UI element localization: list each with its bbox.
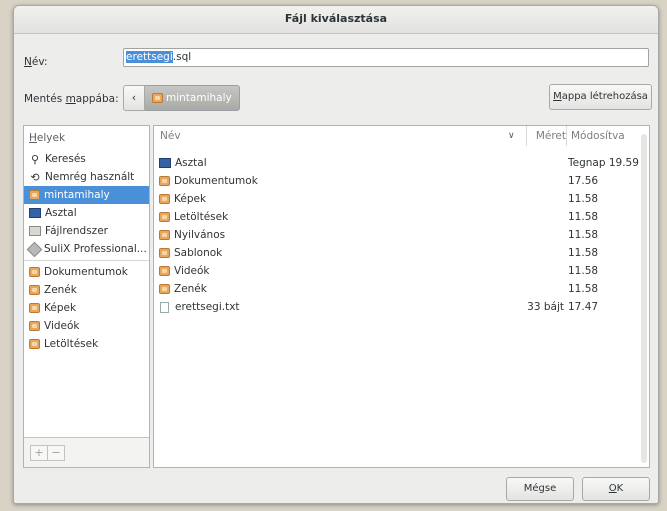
file-row[interactable]: Zenék 11.58 bbox=[154, 280, 649, 298]
file-list: Név ∨ Méret Módosítva Asztal Tegnap 19.5… bbox=[153, 125, 650, 468]
videos-folder-icon bbox=[159, 266, 170, 276]
disc-icon bbox=[26, 241, 43, 257]
save-in-label: Mentés mappába: bbox=[24, 93, 119, 105]
file-row[interactable]: erettsegi.txt 33 bájt 17.47 bbox=[154, 298, 649, 316]
add-bookmark-button[interactable]: + bbox=[30, 445, 48, 461]
place-filesystem[interactable]: Fájlrendszer bbox=[24, 222, 149, 240]
remove-bookmark-button[interactable]: − bbox=[47, 445, 65, 461]
create-folder-button[interactable]: Mappa létrehozása bbox=[549, 84, 652, 110]
recent-icon: ⟲ bbox=[30, 170, 40, 184]
filesystem-icon bbox=[29, 226, 41, 236]
desktop-icon bbox=[29, 208, 41, 218]
place-desktop[interactable]: Asztal bbox=[24, 204, 149, 222]
bookmark-zenek[interactable]: Zenék bbox=[24, 281, 149, 299]
file-row[interactable]: Asztal Tegnap 19.59 bbox=[154, 154, 649, 172]
column-header-modified[interactable]: Módosítva bbox=[566, 126, 625, 146]
file-list-scrollbar[interactable] bbox=[641, 134, 647, 463]
place-home[interactable]: mintamihaly bbox=[24, 186, 149, 204]
name-label: Név: bbox=[24, 56, 48, 68]
cancel-button[interactable]: Mégse bbox=[506, 477, 574, 501]
pictures-folder-icon bbox=[29, 303, 40, 313]
places-footer: + − bbox=[24, 437, 149, 467]
places-separator bbox=[24, 260, 149, 261]
place-recent[interactable]: ⟲ Nemrég használt bbox=[24, 168, 149, 186]
public-folder-icon bbox=[159, 230, 170, 240]
desktop-icon bbox=[159, 158, 171, 168]
bookmark-dokumentumok[interactable]: Dokumentumok bbox=[24, 263, 149, 281]
bookmark-videok[interactable]: Videók bbox=[24, 317, 149, 335]
templates-folder-icon bbox=[159, 248, 170, 258]
file-row[interactable]: Dokumentumok 17.56 bbox=[154, 172, 649, 190]
pictures-folder-icon bbox=[159, 194, 170, 204]
ok-button[interactable]: OK bbox=[582, 477, 650, 501]
folder-icon bbox=[29, 267, 40, 277]
music-folder-icon bbox=[29, 285, 40, 295]
dialog-title: Fájl kiválasztása bbox=[14, 6, 658, 34]
home-folder-icon bbox=[29, 190, 40, 200]
downloads-folder-icon bbox=[159, 212, 170, 222]
filename-input[interactable]: erettsegi.sql bbox=[123, 48, 649, 67]
folder-icon bbox=[159, 176, 170, 186]
bookmark-kepek[interactable]: Képek bbox=[24, 299, 149, 317]
search-icon: ⚲ bbox=[30, 152, 40, 166]
home-folder-icon bbox=[152, 93, 163, 103]
place-search[interactable]: ⚲ Keresés bbox=[24, 150, 149, 168]
file-row[interactable]: Letöltések 11.58 bbox=[154, 208, 649, 226]
sort-chevron-icon: ∨ bbox=[508, 131, 515, 141]
column-header-size[interactable]: Méret bbox=[526, 126, 566, 146]
bookmark-letoltesek[interactable]: Letöltések bbox=[24, 335, 149, 353]
videos-folder-icon bbox=[29, 321, 40, 331]
column-header-name[interactable]: Név bbox=[160, 126, 181, 146]
file-row[interactable]: Képek 11.58 bbox=[154, 190, 649, 208]
file-row[interactable]: Videók 11.58 bbox=[154, 262, 649, 280]
column-header-row: Név ∨ Méret Módosítva bbox=[154, 126, 649, 146]
path-back-button[interactable]: ‹ bbox=[123, 85, 145, 111]
downloads-folder-icon bbox=[29, 339, 40, 349]
path-segment-current[interactable]: mintamihaly bbox=[145, 85, 240, 111]
places-heading: Helyek bbox=[29, 132, 66, 144]
music-folder-icon bbox=[159, 284, 170, 294]
path-bar: ‹ mintamihaly bbox=[123, 85, 240, 111]
place-sulix-disc[interactable]: SuliX Professional... bbox=[24, 240, 149, 258]
file-chooser-dialog: Fájl kiválasztása Név: erettsegi.sql Men… bbox=[13, 5, 659, 504]
places-sidebar: Helyek ⚲ Keresés ⟲ Nemrég használt minta… bbox=[23, 125, 150, 468]
file-row[interactable]: Sablonok 11.58 bbox=[154, 244, 649, 262]
file-row[interactable]: Nyilvános 11.58 bbox=[154, 226, 649, 244]
text-file-icon bbox=[160, 301, 169, 313]
